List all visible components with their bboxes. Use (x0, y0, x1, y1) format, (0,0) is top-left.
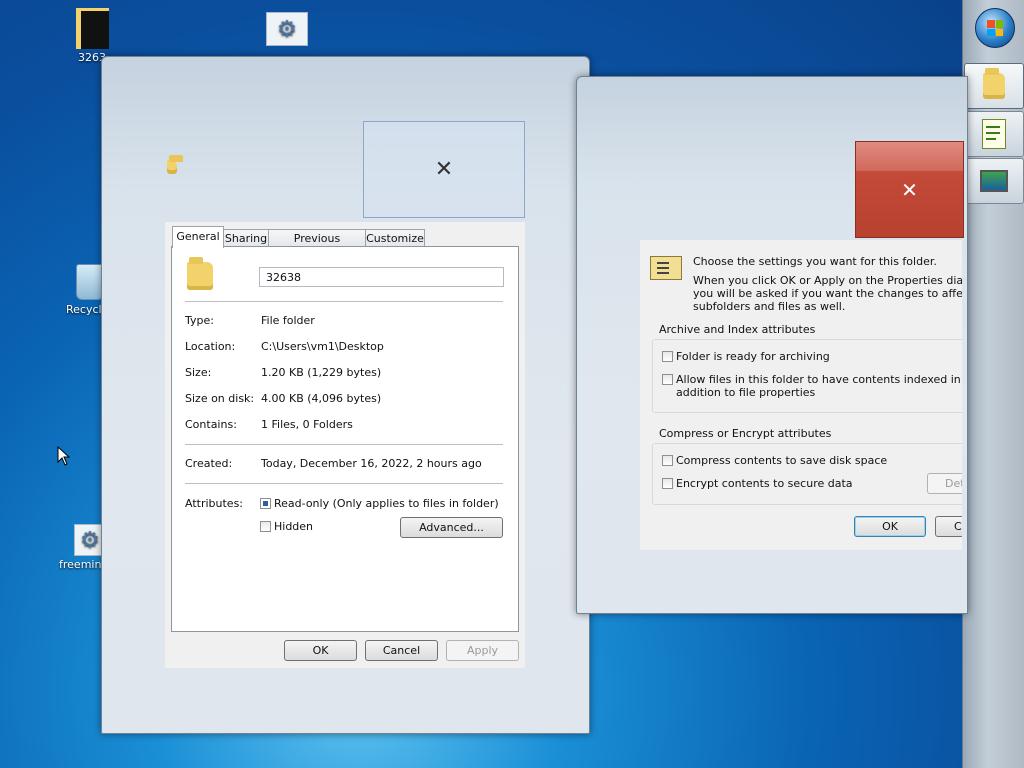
created-value: Today, December 16, 2022, 2 hours ago (261, 457, 482, 470)
compress-checkbox[interactable] (662, 455, 673, 466)
type-label: Type: (185, 314, 214, 327)
mouse-cursor-icon (57, 446, 71, 466)
attributes-label: Attributes: (185, 497, 244, 510)
taskbar-item-remote-desktop[interactable] (964, 158, 1024, 204)
cancel-button[interactable]: Cancel (935, 516, 962, 537)
details-button[interactable]: Details (927, 473, 962, 494)
archive-checkbox-label[interactable]: Folder is ready for archiving (676, 350, 830, 363)
folder-title-icon (167, 155, 183, 174)
monitor-icon (980, 170, 1008, 192)
ok-button[interactable]: OK (284, 640, 357, 661)
readonly-checkbox-label[interactable]: Read-only (Only applies to files in fold… (274, 497, 499, 510)
encrypt-checkbox[interactable] (662, 478, 673, 489)
recycle-bin-icon (76, 264, 104, 300)
window-close-button[interactable]: ✕ (363, 121, 525, 218)
divider (185, 483, 503, 484)
start-button[interactable] (975, 8, 1015, 48)
readonly-checkbox[interactable] (260, 498, 271, 509)
tab-previous-versions[interactable]: Previous Versions (268, 229, 366, 262)
apply-button[interactable]: Apply (446, 640, 519, 661)
compress-group-title: Compress or Encrypt attributes (659, 427, 832, 440)
compress-checkbox-label[interactable]: Compress contents to save disk space (676, 454, 887, 467)
archive-checkbox[interactable] (662, 351, 673, 362)
tab-sharing[interactable]: Sharing (223, 229, 269, 247)
advanced-button[interactable]: Advanced... (400, 517, 503, 538)
divider (185, 301, 503, 302)
encrypt-checkbox-label[interactable]: Encrypt contents to secure data (676, 477, 853, 490)
size-label: Size: (185, 366, 212, 379)
ok-button[interactable]: OK (854, 516, 926, 537)
contains-value: 1 Files, 0 Folders (261, 418, 353, 431)
close-icon: ✕ (901, 177, 918, 202)
advanced-heading: Choose the settings you want for this fo… (693, 255, 937, 268)
folder-settings-icon (650, 256, 682, 280)
size-value: 1.20 KB (1,229 bytes) (261, 366, 382, 379)
tab-general[interactable]: General (172, 226, 224, 248)
folder-icon (983, 68, 1005, 99)
divider (185, 444, 503, 445)
folder-name-field[interactable]: 32638 (259, 267, 504, 287)
gear-icon: ⚙ (266, 12, 308, 46)
desktop-icon-settings[interactable]: ⚙ (252, 12, 322, 46)
size-on-disk-value: 4.00 KB (4,096 bytes) (261, 392, 382, 405)
cancel-button[interactable]: Cancel (365, 640, 438, 661)
folder-icon (75, 8, 109, 49)
notepad-plus-plus-icon (982, 119, 1006, 149)
windows-logo-icon (987, 20, 1003, 36)
folder-large-icon (187, 257, 213, 290)
window-close-button[interactable]: ✕ (855, 141, 964, 238)
archive-group-title: Archive and Index attributes (659, 323, 816, 336)
size-on-disk-label: Size on disk: (185, 392, 255, 405)
type-value: File folder (261, 314, 315, 327)
taskbar-item-notepad-plus-plus[interactable] (964, 111, 1024, 157)
index-checkbox-label[interactable]: Allow files in this folder to have conte… (676, 373, 962, 399)
contains-label: Contains: (185, 418, 237, 431)
general-tab-page (171, 246, 519, 632)
tab-customize[interactable]: Customize (365, 229, 425, 247)
index-checkbox[interactable] (662, 374, 673, 385)
advanced-attributes-body: Choose the settings you want for this fo… (640, 240, 962, 550)
compress-group (652, 443, 962, 505)
taskbar (962, 0, 1024, 768)
location-value: C:\Users\vm1\Desktop (261, 340, 384, 353)
created-label: Created: (185, 457, 233, 470)
desktop-icon-label: freemin (59, 558, 102, 571)
hidden-checkbox-label[interactable]: Hidden (274, 520, 313, 533)
location-label: Location: (185, 340, 236, 353)
hidden-checkbox[interactable] (260, 521, 271, 532)
close-icon: ✕ (434, 157, 454, 182)
taskbar-item-explorer[interactable] (964, 63, 1024, 109)
advanced-description: When you click OK or Apply on the Proper… (693, 274, 962, 313)
